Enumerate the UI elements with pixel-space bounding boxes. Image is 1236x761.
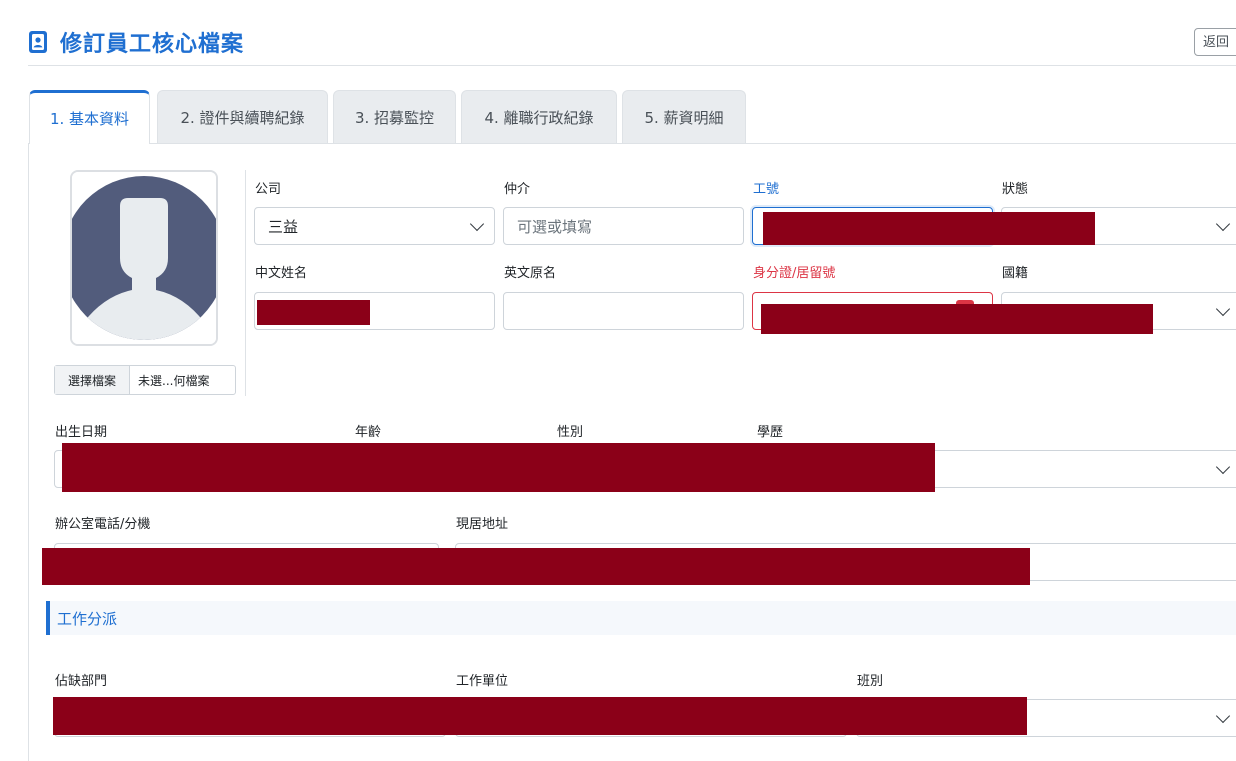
avatar-placeholder-icon	[72, 172, 216, 344]
redaction-block	[53, 697, 1027, 735]
photo-file-input[interactable]: 選擇檔案 未選...何檔案	[54, 365, 236, 395]
redaction-block	[761, 304, 1153, 334]
chevron-down-icon	[469, 216, 485, 232]
tab-label: 3. 招募監控	[354, 108, 435, 127]
id-card-icon	[29, 31, 47, 53]
section-job-assignment: 工作分派	[46, 601, 1236, 635]
agency-placeholder: 可選或填寫	[517, 217, 593, 236]
education-label: 學歷	[757, 425, 784, 440]
tab-label: 2. 證件與續聘紀錄	[180, 108, 305, 127]
redaction-block	[257, 300, 370, 325]
page-title: 修訂員工核心檔案	[28, 26, 244, 58]
tab-recruitment[interactable]: 3. 招募監控	[333, 90, 456, 143]
panel-border	[28, 143, 29, 761]
chinese-name-label: 中文姓名	[255, 266, 308, 281]
back-button[interactable]: 返回	[1194, 28, 1236, 56]
nationality-label: 國籍	[1002, 266, 1029, 281]
tab-certificates[interactable]: 2. 證件與續聘紀錄	[157, 90, 328, 143]
tab-salary[interactable]: 5. 薪資明細	[622, 90, 746, 143]
age-label: 年齡	[355, 425, 382, 440]
file-status-text: 未選...何檔案	[138, 373, 210, 388]
gender-label: 性別	[557, 425, 584, 440]
photo-divider	[245, 170, 246, 396]
tab-label: 1. 基本資料	[49, 110, 130, 128]
header-divider	[28, 65, 1236, 66]
company-select[interactable]: 三益	[254, 207, 495, 245]
tab-resignation[interactable]: 4. 離職行政紀錄	[461, 90, 617, 143]
choose-file-button[interactable]: 選擇檔案	[55, 366, 130, 394]
tab-label: 5. 薪資明細	[644, 108, 724, 127]
redaction-block	[62, 443, 935, 492]
agency-label: 仲介	[504, 182, 531, 197]
office-phone-label: 辦公室電話/分機	[55, 517, 151, 532]
chevron-down-icon	[1215, 301, 1231, 317]
tab-bottom-border	[28, 143, 1236, 144]
redaction-block	[763, 212, 1095, 245]
chevron-down-icon	[1215, 216, 1231, 232]
employee-photo	[70, 170, 218, 346]
id-number-label: 身分證/居留號	[753, 266, 836, 281]
english-name-label: 英文原名	[504, 266, 557, 281]
address-label: 現居地址	[456, 517, 509, 532]
company-value: 三益	[268, 217, 299, 236]
company-label: 公司	[255, 182, 282, 197]
english-name-input[interactable]	[503, 292, 744, 330]
page-title-text: 修訂員工核心檔案	[60, 32, 245, 57]
agency-input[interactable]: 可選或填寫	[503, 207, 744, 245]
employee-no-label: 工號	[753, 182, 780, 197]
tab-label: 4. 離職行政紀錄	[484, 108, 594, 127]
status-label: 狀態	[1002, 182, 1029, 197]
section-title: 工作分派	[57, 609, 118, 628]
shift-label: 班別	[857, 674, 884, 689]
work-unit-label: 工作單位	[456, 674, 509, 689]
chevron-down-icon	[1215, 708, 1231, 724]
tab-basic-info[interactable]: 1. 基本資料	[29, 90, 150, 144]
vacancy-dept-label: 佔缺部門	[55, 674, 108, 689]
birth-date-label: 出生日期	[55, 425, 108, 440]
chevron-down-icon	[1215, 459, 1231, 475]
redaction-block	[42, 548, 1030, 585]
